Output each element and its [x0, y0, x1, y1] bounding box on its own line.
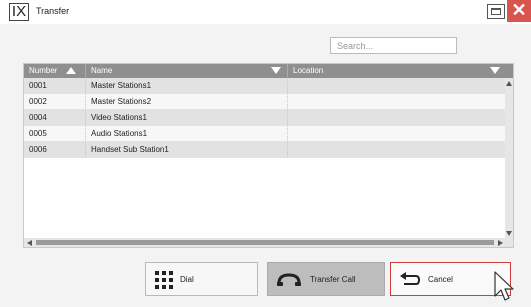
- cancel-label: Cancel: [428, 275, 453, 284]
- cell-location: [288, 110, 506, 125]
- scroll-up-arrow-icon[interactable]: [506, 81, 512, 86]
- transfer-call-button[interactable]: Transfer Call: [267, 262, 385, 296]
- column-header-number[interactable]: Number: [24, 64, 86, 78]
- cell-number: 0001: [24, 78, 86, 93]
- column-header-location[interactable]: Location: [288, 64, 506, 78]
- dial-label: Dial: [180, 275, 194, 284]
- scroll-left-arrow-icon[interactable]: [27, 240, 32, 246]
- column-label-number: Number: [29, 66, 58, 75]
- cell-location: [288, 126, 506, 141]
- column-header-name[interactable]: Name: [86, 64, 288, 78]
- cell-name: Master Stations1: [86, 78, 288, 93]
- filter-dropdown-icon[interactable]: [271, 67, 281, 74]
- mouse-pointer-icon: [494, 271, 514, 301]
- table-row[interactable]: 0006 Handset Sub Station1: [24, 142, 506, 158]
- return-arrow-icon: [399, 270, 421, 292]
- column-label-location: Location: [293, 66, 324, 75]
- column-label-name: Name: [91, 66, 113, 75]
- cell-name: Master Stations2: [86, 94, 288, 109]
- app-logo: IX: [9, 3, 29, 21]
- scrollbar-corner: [505, 238, 513, 247]
- cell-number: 0004: [24, 110, 86, 125]
- cell-location: [288, 94, 506, 109]
- keypad-icon: [154, 270, 174, 292]
- horizontal-scrollbar[interactable]: [24, 238, 506, 247]
- sort-ascending-icon: [66, 67, 76, 74]
- table-body: 0001 Master Stations1 0002 Master Statio…: [24, 78, 506, 158]
- close-button[interactable]: ✕: [507, 0, 531, 22]
- title-bar: IX Transfer ✕: [0, 0, 531, 24]
- table-header: Number Name Location: [24, 64, 513, 78]
- table-row[interactable]: 0005 Audio Stations1: [24, 126, 506, 142]
- close-icon: ✕: [511, 0, 527, 20]
- transfer-call-label: Transfer Call: [310, 275, 356, 284]
- table-row[interactable]: 0002 Master Stations2: [24, 94, 506, 110]
- dial-button[interactable]: Dial: [145, 262, 258, 296]
- cell-name: Audio Stations1: [86, 126, 288, 141]
- table-row[interactable]: 0004 Video Stations1: [24, 110, 506, 126]
- horizontal-scroll-thumb[interactable]: [36, 240, 494, 245]
- search-input[interactable]: [330, 37, 457, 54]
- cell-number: 0005: [24, 126, 86, 141]
- cell-number: 0002: [24, 94, 86, 109]
- maximize-button[interactable]: [487, 4, 505, 19]
- cell-location: [288, 78, 506, 93]
- handset-icon: [276, 270, 302, 292]
- cell-number: 0006: [24, 142, 86, 157]
- filter-dropdown-icon[interactable]: [490, 67, 500, 74]
- cell-name: Handset Sub Station1: [86, 142, 288, 157]
- cell-name: Video Stations1: [86, 110, 288, 125]
- scroll-down-arrow-icon[interactable]: [506, 231, 512, 236]
- window-title: Transfer: [36, 6, 70, 16]
- table-row[interactable]: 0001 Master Stations1: [24, 78, 506, 94]
- scroll-right-arrow-icon[interactable]: [498, 240, 503, 246]
- cell-location: [288, 142, 506, 157]
- station-table: Number Name Location 0001 Master Station…: [23, 63, 514, 248]
- vertical-scrollbar[interactable]: [505, 78, 513, 239]
